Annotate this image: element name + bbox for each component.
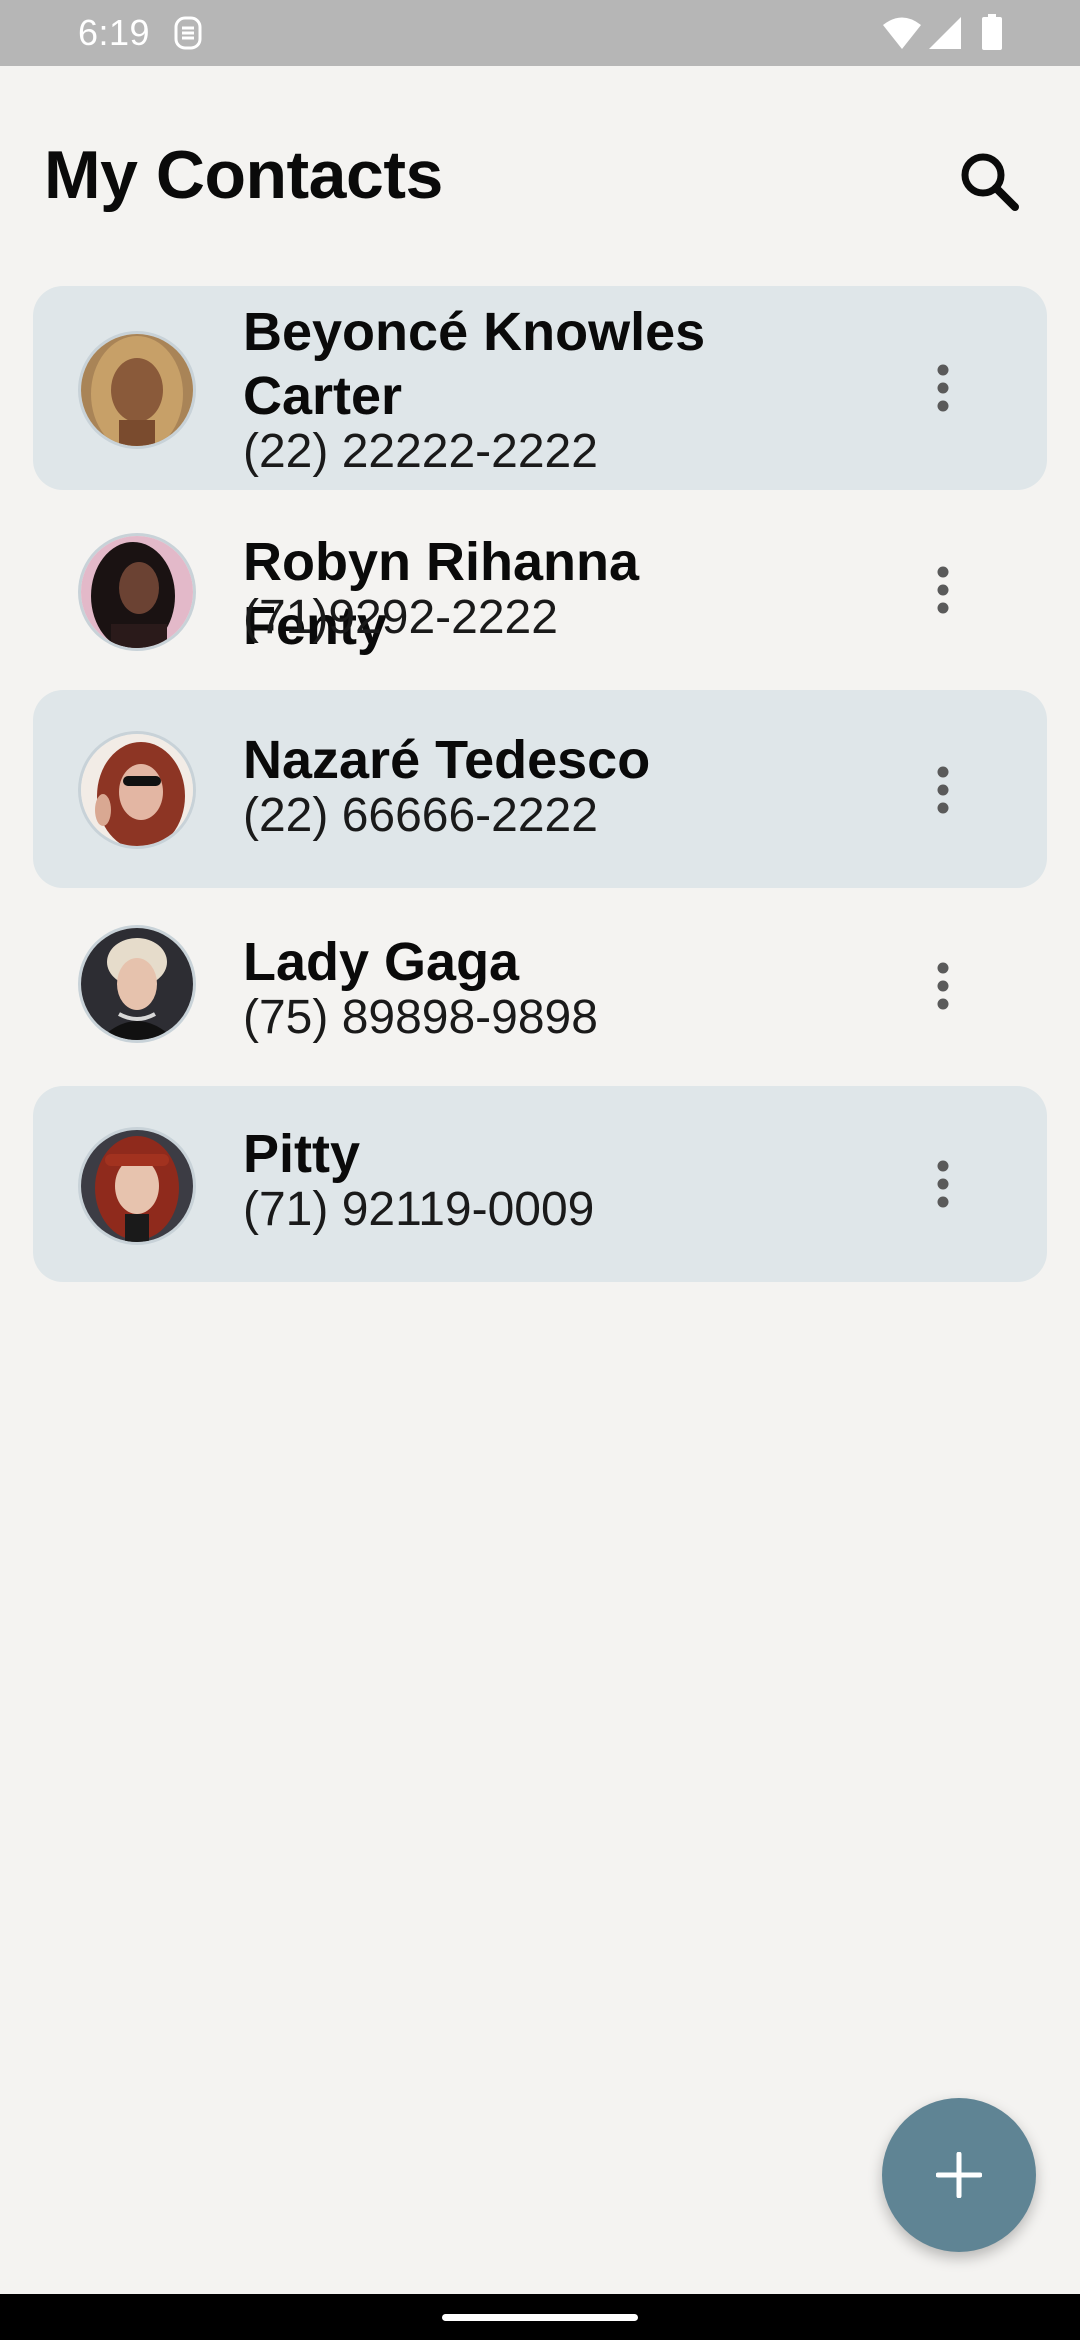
screen: 6:19 My Contacts Beyoncé Knowles Carter …	[0, 0, 1080, 2340]
avatar	[81, 536, 193, 648]
status-time: 6:19	[78, 12, 151, 53]
more-vert-icon	[937, 766, 949, 814]
contact-item[interactable]: Nazaré Tedesco (22) 66666-2222	[33, 690, 1047, 888]
add-icon	[936, 2152, 982, 2198]
signal-icon	[929, 17, 961, 49]
more-options-button[interactable]	[913, 348, 973, 428]
contact-name: Lady Gaga	[243, 932, 520, 992]
contact-item[interactable]: Beyoncé Knowles Carter (22) 22222-2222	[33, 286, 1047, 490]
app-notification-icon	[174, 16, 202, 50]
more-vert-icon	[937, 364, 949, 412]
more-vert-icon	[937, 962, 949, 1010]
more-options-button[interactable]	[913, 1144, 973, 1224]
avatar	[81, 1130, 193, 1242]
contact-name: Pitty	[243, 1124, 361, 1184]
contact-name: Nazaré Tedesco	[243, 730, 651, 790]
contact-item[interactable]: Lady Gaga (75) 89898-9898	[33, 906, 1047, 1068]
more-vert-icon	[937, 566, 949, 614]
contact-phone: (22) 22222-2222	[243, 425, 598, 478]
contact-phone: (75) 89898-9898	[243, 991, 598, 1044]
avatar	[81, 928, 193, 1040]
more-options-button[interactable]	[913, 946, 973, 1026]
more-options-button[interactable]	[913, 550, 973, 630]
page-title: My Contacts	[44, 137, 443, 213]
add-contact-button[interactable]	[882, 2098, 1036, 2252]
contact-phone: (22) 66666-2222	[243, 789, 598, 842]
contact-phone: (71) 92119-0009	[243, 1183, 595, 1236]
navigation-bar	[0, 2294, 1080, 2340]
home-indicator[interactable]	[442, 2314, 638, 2321]
contact-phone: (71)9292-2222	[243, 591, 558, 644]
contact-name: Beyoncé Knowles Carter	[243, 302, 706, 426]
battery-icon	[982, 14, 1002, 50]
search-icon	[961, 153, 1019, 211]
avatar	[81, 734, 193, 846]
wifi-icon	[883, 17, 921, 49]
contact-item[interactable]: Robyn Rihanna Fenty (71)9292-2222	[33, 510, 1047, 672]
contact-item[interactable]: Pitty (71) 92119-0009	[33, 1086, 1047, 1282]
more-options-button[interactable]	[913, 750, 973, 830]
more-vert-icon	[937, 1160, 949, 1208]
status-bar: 6:19	[0, 0, 1080, 66]
avatar	[81, 334, 193, 446]
search-button[interactable]	[944, 136, 1034, 226]
